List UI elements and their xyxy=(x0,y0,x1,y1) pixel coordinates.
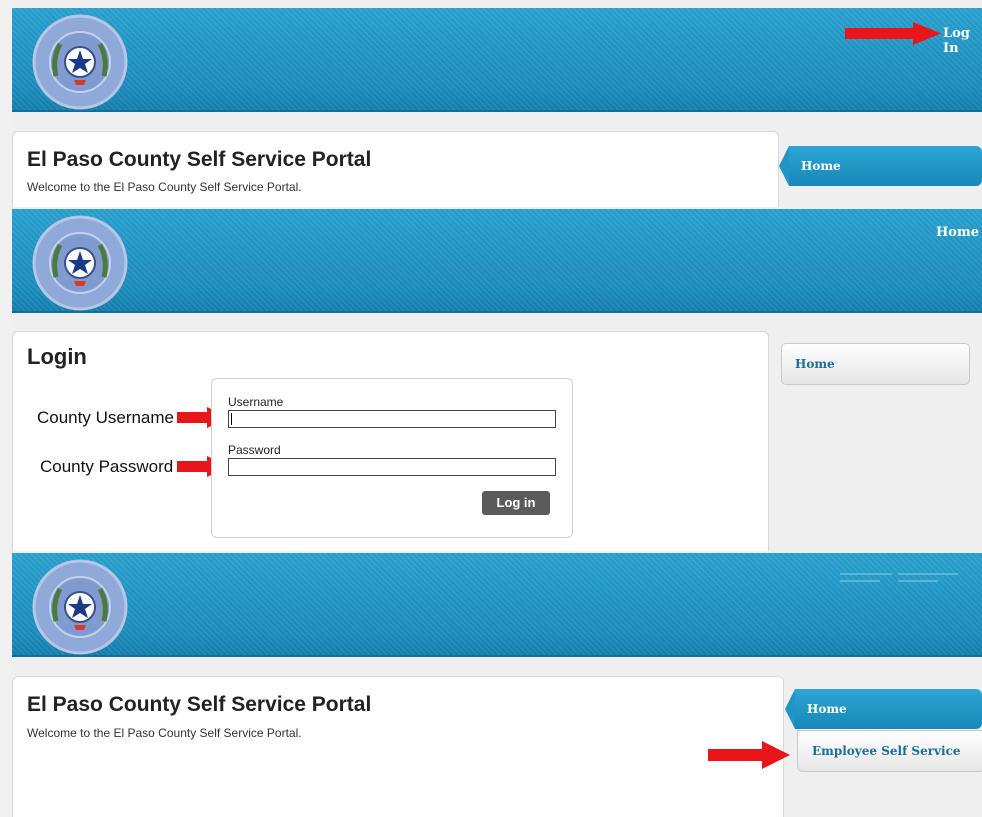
username-input[interactable] xyxy=(228,410,556,428)
portal-home-panel: Log In El Paso County Self Service Porta… xyxy=(0,0,982,207)
nav-home[interactable]: Home xyxy=(781,343,970,385)
nav-home-label: Home xyxy=(801,159,841,173)
header-banner xyxy=(12,553,982,657)
county-seal-icon xyxy=(32,559,128,655)
login-link[interactable]: Log In xyxy=(943,26,982,56)
welcome-box: El Paso County Self Service Portal Welco… xyxy=(12,131,779,207)
nav-home[interactable]: Home xyxy=(779,146,982,186)
password-label: Password xyxy=(228,443,281,457)
red-arrow-icon xyxy=(845,22,941,45)
county-seal-icon xyxy=(32,14,128,110)
page-title: El Paso County Self Service Portal xyxy=(27,693,372,716)
text-cursor xyxy=(231,413,232,425)
username-label: Username xyxy=(228,395,284,409)
home-link[interactable]: Home xyxy=(936,225,979,240)
portal-employee-panel: El Paso County Self Service Portal Welco… xyxy=(0,551,982,817)
password-input[interactable] xyxy=(228,458,556,476)
county-password-annotation: County Password xyxy=(40,457,174,476)
red-arrow-icon xyxy=(708,741,790,769)
welcome-text: Welcome to the El Paso County Self Servi… xyxy=(27,180,302,194)
nav-employee-label: Employee Self Service xyxy=(812,744,961,758)
nav-home-label: Home xyxy=(807,702,847,716)
nav-home[interactable]: Home xyxy=(785,689,982,729)
nav-home-label: Home xyxy=(795,357,835,371)
page-title: El Paso County Self Service Portal xyxy=(27,148,372,171)
county-username-annotation: County Username xyxy=(37,408,175,427)
blurred-menu-icon xyxy=(840,573,958,582)
login-box: Login County Username County Password Us… xyxy=(12,331,769,551)
welcome-text: Welcome to the El Paso County Self Servi… xyxy=(27,726,302,740)
header-banner: Log In xyxy=(12,8,982,112)
county-seal-icon xyxy=(32,215,128,311)
login-form: Username Password Log in xyxy=(211,378,573,538)
login-button[interactable]: Log in xyxy=(482,491,550,515)
header-banner: Home xyxy=(12,209,982,313)
nav-employee-self-service[interactable]: Employee Self Service xyxy=(797,730,982,772)
login-title: Login xyxy=(27,344,87,369)
welcome-box: El Paso County Self Service Portal Welco… xyxy=(12,676,784,817)
login-panel: Home Login County Username County Passwo… xyxy=(0,207,982,551)
